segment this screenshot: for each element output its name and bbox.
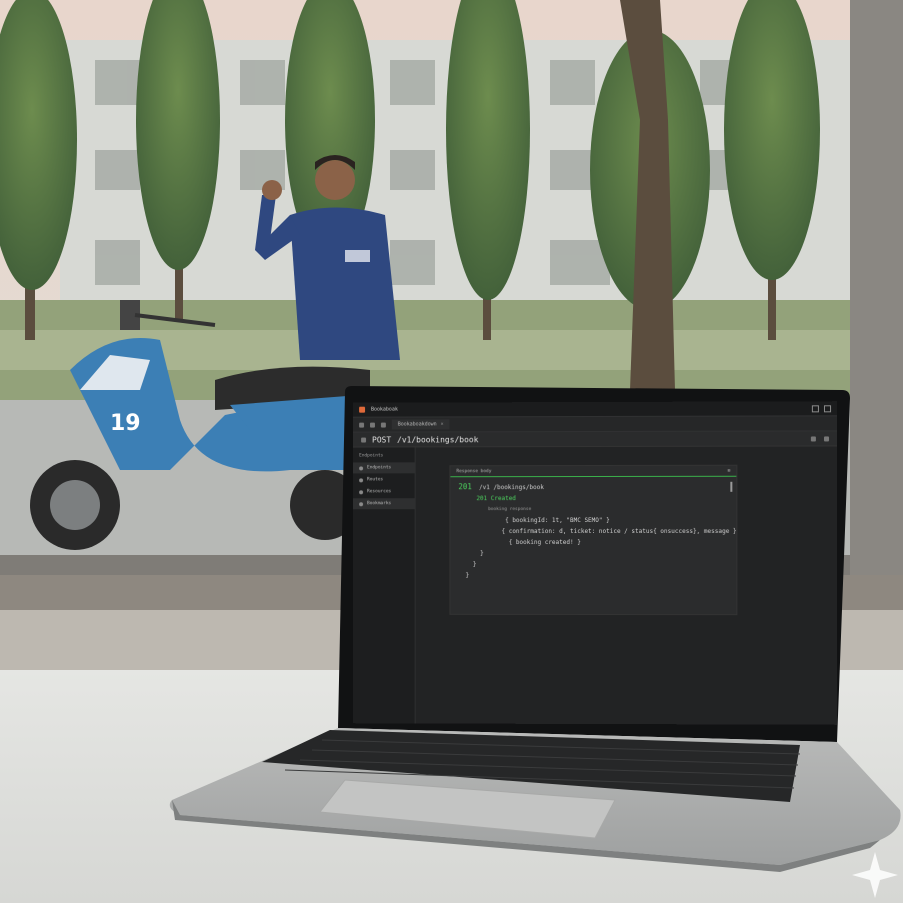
sidebar-item-label: Resources: [367, 489, 392, 495]
response-panel-title: Response body: [456, 468, 492, 474]
sidebar-item-label: Bookmarks: [367, 501, 392, 507]
close-tab-icon[interactable]: ×: [441, 421, 444, 427]
response-body: 201 /v1 /bookings/book 201 Created booki…: [450, 477, 736, 585]
request-actions: [810, 435, 830, 441]
share-icon[interactable]: [810, 435, 816, 441]
main-panel: Response body ⊠ 201 /v1 /bookings/book 2…: [416, 446, 837, 724]
close-panel-icon[interactable]: ⊠: [728, 468, 731, 473]
sidebar: Endpoints Endpoints Routes Resources Boo…: [353, 447, 416, 725]
sidebar-item-endpoints[interactable]: Endpoints: [353, 462, 415, 474]
status-code: 201: [458, 482, 472, 492]
code-line: }: [472, 561, 477, 568]
back-icon[interactable]: [359, 422, 365, 428]
response-path: /v1 /bookings/book: [479, 484, 544, 492]
settings-icon[interactable]: [361, 437, 367, 443]
maximize-icon[interactable]: [823, 404, 832, 412]
resources-icon: [359, 489, 364, 494]
endpoints-icon: [359, 465, 364, 470]
code-line: { confirmation: d, ticket: notice / stat…: [501, 527, 737, 536]
sidebar-item-label: Routes: [367, 477, 384, 483]
toolbar: Bookaboakdown ×: [353, 416, 838, 433]
bookmark-icon: [359, 501, 364, 506]
sidebar-item-bookmarks[interactable]: Bookmarks: [353, 498, 415, 510]
sidebar-item-label: Endpoints: [367, 465, 392, 471]
minimize-icon[interactable]: [811, 404, 819, 412]
code-comment: booking response: [488, 507, 532, 513]
status-text: 201 Created: [476, 495, 516, 503]
code-line: { bookingId: 1t, "BMC SEMO" }: [505, 516, 610, 525]
window-controls: [811, 404, 832, 412]
endpoint-url[interactable]: /v1/bookings/book: [397, 435, 478, 444]
app-logo-icon: [359, 406, 366, 413]
user-icon[interactable]: [823, 435, 830, 441]
tab-request[interactable]: Bookaboakdown ×: [391, 419, 450, 430]
response-panel-header: Response body ⊠: [450, 465, 737, 478]
sidebar-header: Endpoints: [359, 453, 384, 459]
routes-icon: [359, 477, 364, 482]
sidebar-item-resources[interactable]: Resources: [353, 486, 414, 497]
response-panel: Response body ⊠ 201 /v1 /bookings/book 2…: [449, 464, 738, 616]
workspace: Endpoints Endpoints Routes Resources Boo…: [353, 446, 837, 725]
code-line: }: [479, 550, 484, 558]
app-title: Bookaboak: [371, 406, 398, 413]
svg-text:19: 19: [110, 411, 141, 436]
title-bar: Bookaboak: [353, 401, 838, 418]
grid-icon[interactable]: [380, 422, 386, 428]
code-line: { booking created! }: [508, 539, 581, 547]
laptop-screen: Bookaboak Bookaboakdown × POST /v1/booki…: [353, 401, 838, 725]
forward-icon[interactable]: [370, 422, 375, 428]
request-bar: POST /v1/bookings/book: [353, 431, 838, 448]
http-method[interactable]: POST: [372, 435, 391, 444]
code-line: }: [465, 571, 470, 579]
sidebar-item-routes[interactable]: Routes: [353, 474, 414, 485]
tab-label: Bookaboakdown: [397, 421, 437, 428]
